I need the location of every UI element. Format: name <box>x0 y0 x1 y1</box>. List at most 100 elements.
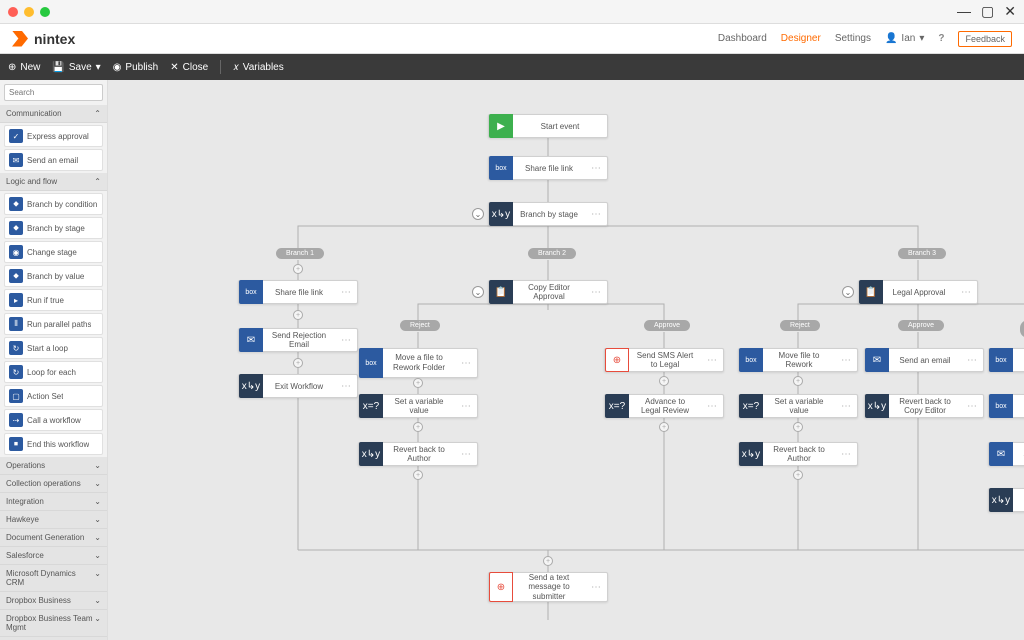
action-item[interactable]: ⏹End this workflow <box>4 433 103 455</box>
chevron-icon[interactable]: ⌄ <box>842 286 854 298</box>
cat-collapsed[interactable]: Dropbox Business Team Mgmt⌄ <box>0 610 107 637</box>
more-icon[interactable]: ⋯ <box>455 449 477 460</box>
more-icon[interactable]: ⋯ <box>701 355 723 366</box>
cat-collapsed[interactable]: Microsoft Dynamics CRM⌄ <box>0 565 107 592</box>
min-dot[interactable] <box>24 7 34 17</box>
node-start[interactable]: ▶Start event <box>488 114 608 138</box>
more-icon[interactable]: ⋯ <box>955 287 977 298</box>
node-advance-legal[interactable]: x=?Advance to Legal Review⋯ <box>604 394 724 418</box>
node-send-email-3[interactable]: ✉Send an email⋯ <box>988 442 1024 466</box>
nav-designer[interactable]: Designer <box>781 33 821 44</box>
node-sms-alert[interactable]: ⊕Send SMS Alert to Legal⋯ <box>604 348 724 372</box>
chevron-icon[interactable]: ⌄ <box>472 286 484 298</box>
more-icon[interactable]: ⋯ <box>961 355 983 366</box>
cat-communication[interactable]: Communication⌃ <box>0 105 107 123</box>
more-icon[interactable]: ⋯ <box>961 401 983 412</box>
action-item[interactable]: ↻Loop for each <box>4 361 103 383</box>
action-item[interactable]: ⫴Run parallel paths <box>4 313 103 335</box>
more-icon[interactable]: ⋯ <box>335 335 357 346</box>
new-button[interactable]: ⊕New <box>8 62 40 73</box>
add-node-icon[interactable]: + <box>659 422 669 432</box>
close-button[interactable]: ✕Close <box>170 62 208 73</box>
help-icon[interactable]: ? <box>938 33 944 44</box>
action-item[interactable]: ⇢Call a workflow <box>4 409 103 431</box>
more-icon[interactable]: ⋯ <box>701 401 723 412</box>
action-item[interactable]: ✉Send an email <box>4 149 103 171</box>
node-send-email-2[interactable]: ✉Send an email⋯ <box>864 348 984 372</box>
add-node-icon[interactable]: + <box>793 470 803 480</box>
chevron-icon[interactable]: ⌄ <box>472 208 484 220</box>
action-item[interactable]: ✓Express approval <box>4 125 103 147</box>
more-icon[interactable]: ⋯ <box>335 287 357 298</box>
cat-logic[interactable]: Logic and flow⌃ <box>0 173 107 191</box>
add-node-icon[interactable]: + <box>413 422 423 432</box>
close-dot[interactable] <box>8 7 18 17</box>
action-item[interactable]: ↻Start a loop <box>4 337 103 359</box>
cat-collapsed[interactable]: Operations⌄ <box>0 457 107 475</box>
close-icon[interactable]: ✕ <box>1004 3 1016 20</box>
max-dot[interactable] <box>40 7 50 17</box>
more-icon[interactable]: ⋯ <box>835 401 857 412</box>
node-legal-approval[interactable]: 📋Legal Approval⋯ <box>858 280 978 304</box>
node-revert-author-2[interactable]: x↳yRevert back to Author⋯ <box>738 442 858 466</box>
nav-dashboard[interactable]: Dashboard <box>718 33 767 44</box>
more-icon[interactable]: ⋯ <box>335 381 357 392</box>
add-node-icon[interactable]: + <box>543 556 553 566</box>
cat-collapsed[interactable]: Document Generation⌄ <box>0 529 107 547</box>
action-item[interactable]: ◉Change stage <box>4 241 103 263</box>
node-revert-author[interactable]: x↳yRevert back to Author⋯ <box>358 442 478 466</box>
more-icon[interactable]: ⋯ <box>585 287 607 298</box>
more-icon[interactable]: ⋯ <box>585 163 607 174</box>
node-branch-stage[interactable]: x↳yBranch by stage⋯ <box>488 202 608 226</box>
workflow-canvas[interactable]: ▶Start event boxShare file link⋯ x↳yBran… <box>108 80 1024 640</box>
search-input[interactable] <box>4 84 103 101</box>
add-node-icon[interactable]: + <box>413 378 423 388</box>
node-rejection-email[interactable]: ✉Send Rejection Email⋯ <box>238 328 358 352</box>
node-set-var-2[interactable]: x=?Set a variable value⋯ <box>738 394 858 418</box>
node-move-approved[interactable]: boxMove file to Approved⋯ <box>988 348 1024 372</box>
node-send-text[interactable]: ⊕Send a text message to submitter⋯ <box>488 572 608 602</box>
action-item[interactable]: ⬥Branch by condition <box>4 193 103 215</box>
more-icon[interactable]: ⋯ <box>835 449 857 460</box>
save-button[interactable]: 💾Save▾ <box>52 62 100 73</box>
action-item[interactable]: ▸Run if true <box>4 289 103 311</box>
feedback-button[interactable]: Feedback <box>958 31 1012 47</box>
action-item[interactable]: ⬥Branch by stage <box>4 217 103 239</box>
node-share-file[interactable]: boxShare file link⋯ <box>488 156 608 180</box>
more-icon[interactable]: ⋯ <box>455 401 477 412</box>
nav-settings[interactable]: Settings <box>835 33 871 44</box>
node-complete[interactable]: x↳yComplete Process⋯ <box>988 488 1024 512</box>
more-icon[interactable]: ⋯ <box>835 355 857 366</box>
add-node-icon[interactable]: + <box>413 470 423 480</box>
cat-collapsed[interactable]: Integration⌄ <box>0 493 107 511</box>
action-item[interactable]: ▢Action Set <box>4 385 103 407</box>
cat-collapsed[interactable]: Salesforce⌄ <box>0 547 107 565</box>
variables-button[interactable]: 𝑥Variables <box>233 62 284 73</box>
add-node-icon[interactable]: + <box>793 376 803 386</box>
add-node-icon[interactable]: + <box>293 264 303 274</box>
user-menu[interactable]: 👤 Ian ▾ <box>885 33 924 44</box>
add-node-icon[interactable]: + <box>293 310 303 320</box>
node-copy-editor[interactable]: 📋Copy Editor Approval⋯ <box>488 280 608 304</box>
more-icon[interactable]: ⋯ <box>585 209 607 220</box>
node-share-link-1[interactable]: boxShare file link⋯ <box>238 280 358 304</box>
brand[interactable]: nintex <box>12 31 75 47</box>
node-move-rework-2[interactable]: boxMove file to Rework⋯ <box>738 348 858 372</box>
minimize-icon[interactable]: — <box>957 3 971 20</box>
cat-collapsed[interactable]: Dropbox Business⌄ <box>0 592 107 610</box>
node-revert-copy[interactable]: x↳yRevert back to Copy Editor⋯ <box>864 394 984 418</box>
more-icon[interactable]: ⋯ <box>455 358 477 369</box>
cat-collapsed[interactable]: Collection operations⌄ <box>0 475 107 493</box>
maximize-icon[interactable]: ▢ <box>981 3 994 20</box>
add-node-icon[interactable]: + <box>793 422 803 432</box>
more-icon[interactable]: ⋯ <box>585 582 607 593</box>
node-share-link-3[interactable]: boxShare file link⋯ <box>988 394 1024 418</box>
publish-button[interactable]: ◉Publish <box>113 62 159 73</box>
node-move-rework[interactable]: boxMove a file to Rework Folder⋯ <box>358 348 478 378</box>
cat-collapsed[interactable]: Hawkeye⌄ <box>0 511 107 529</box>
add-node-icon[interactable]: + <box>659 376 669 386</box>
action-item[interactable]: ⬥Branch by value <box>4 265 103 287</box>
add-node-icon[interactable]: + <box>293 358 303 368</box>
node-set-var-1[interactable]: x=?Set a variable value⋯ <box>358 394 478 418</box>
node-exit-workflow[interactable]: x↳yExit Workflow⋯ <box>238 374 358 398</box>
